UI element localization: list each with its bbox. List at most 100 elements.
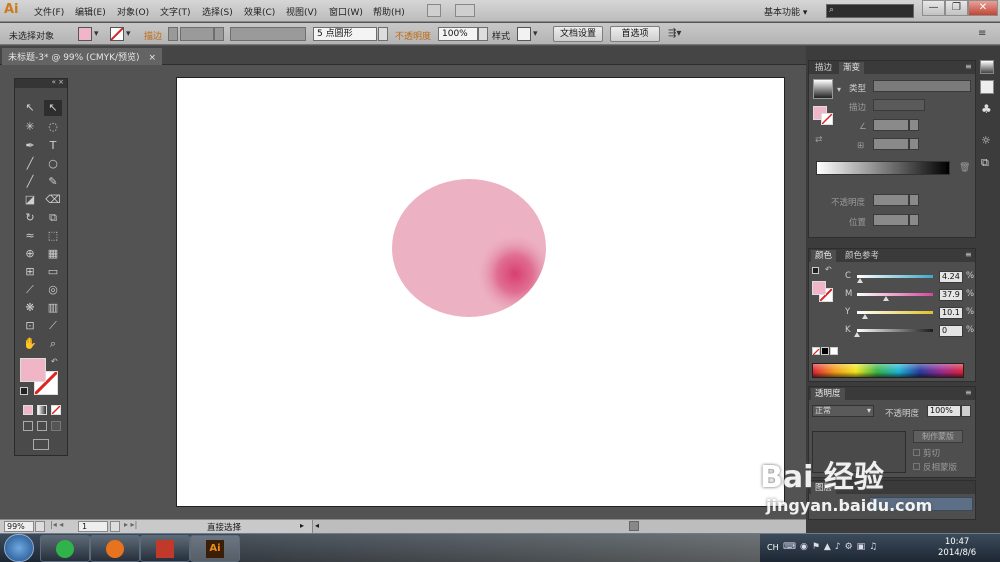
gradient-opacity-dropdown[interactable]	[909, 194, 919, 206]
default-colors-icon[interactable]	[812, 267, 819, 274]
preferences-button[interactable]: 首选项	[610, 26, 660, 42]
zoom-field[interactable]: 99%	[4, 521, 34, 532]
artboard[interactable]	[176, 77, 785, 507]
current-tool-status[interactable]: 直接选择	[207, 521, 241, 533]
channel-slider-thumb[interactable]	[882, 296, 889, 301]
menu-help[interactable]: 帮助(H)	[373, 5, 405, 18]
draw-normal-icon[interactable]	[23, 421, 33, 431]
tray-icons[interactable]: ⌨◉⚑▲♪⚙▣♫	[783, 542, 881, 552]
channel-slider-track[interactable]	[857, 293, 933, 296]
menu-type[interactable]: 文字(T)	[160, 5, 191, 18]
reverse-gradient-icon[interactable]: ⇄	[815, 135, 823, 145]
perspective-grid-icon[interactable]: ▦	[44, 246, 62, 262]
draw-inside-icon[interactable]	[51, 421, 61, 431]
taskbar-game[interactable]	[140, 535, 190, 562]
rotate-tool-icon[interactable]: ↻	[21, 210, 39, 226]
tab-color-guide[interactable]: 颜色参考	[841, 250, 883, 262]
channel-slider-thumb[interactable]	[861, 314, 868, 319]
channel-value-field[interactable]: 37.9	[939, 289, 963, 301]
arrange-documents-icon[interactable]	[455, 4, 475, 17]
gradient-type-dropdown[interactable]	[873, 80, 971, 92]
opacity-field[interactable]: 100%	[438, 27, 478, 41]
fill-color-box-front[interactable]	[20, 358, 46, 382]
brush-definition[interactable]: 5 点圆形	[313, 27, 377, 41]
gradient-slider[interactable]	[816, 161, 950, 175]
document-tab[interactable]: 未标题-3* @ 99% (CMYK/预览) ×	[2, 48, 162, 65]
pencil-icon[interactable]: ✎	[44, 174, 62, 190]
channel-slider-track[interactable]	[857, 329, 933, 332]
minimize-button[interactable]: —	[922, 0, 945, 16]
swap-colors-icon[interactable]: ↶	[51, 357, 58, 366]
menu-view[interactable]: 视图(V)	[286, 5, 317, 18]
gradient-position-dropdown[interactable]	[909, 214, 919, 226]
chevron-down-icon[interactable]: ▾	[126, 29, 131, 39]
clock[interactable]: 10:47 2014/8/6	[938, 537, 976, 559]
transparency-opacity-dropdown[interactable]	[961, 405, 971, 417]
panel-menu-icon[interactable]: ≡	[965, 62, 972, 71]
paintbrush-icon[interactable]: ╱	[21, 174, 39, 190]
eyedropper-icon[interactable]: ⟋	[21, 282, 39, 298]
delete-stop-icon[interactable]: 🗑	[959, 163, 970, 173]
menu-edit[interactable]: 编辑(E)	[75, 5, 106, 18]
tab-transparency[interactable]: 透明度	[811, 388, 845, 400]
color-mode-icon[interactable]	[23, 405, 33, 415]
blend-mode-dropdown[interactable]: 正常 ▾	[812, 405, 874, 417]
direct-selection-tool-icon[interactable]: ↖	[44, 100, 62, 116]
stroke-weight-field[interactable]	[180, 27, 214, 41]
angle-dropdown[interactable]	[909, 119, 919, 131]
aspect-ratio-field[interactable]	[873, 138, 909, 150]
chevron-down-icon[interactable]: ▾	[837, 85, 841, 94]
channel-value-field[interactable]: 4.24	[939, 271, 963, 283]
lasso-icon[interactable]: ◌	[44, 119, 62, 135]
close-button[interactable]: ✕	[968, 0, 998, 16]
taskbar-illustrator[interactable]: Ai	[190, 535, 240, 562]
brush-dropdown[interactable]	[378, 27, 388, 41]
swap-colors-icon[interactable]: ↶	[825, 265, 832, 274]
transparency-opacity-field[interactable]: 100%	[927, 405, 961, 417]
channel-slider-track[interactable]	[857, 311, 933, 314]
draw-behind-icon[interactable]	[37, 421, 47, 431]
appearance-panel-icon[interactable]: ☼	[981, 134, 991, 147]
shape-builder-icon[interactable]: ⊕	[21, 246, 39, 262]
channel-value-field[interactable]: 0	[939, 325, 963, 337]
column-graph-icon[interactable]: ▥	[44, 300, 62, 316]
selection-tool-icon[interactable]: ↖	[21, 100, 39, 116]
stroke-weight-dropdown[interactable]	[214, 27, 224, 41]
stroke-label[interactable]: 描边	[144, 29, 162, 42]
aspect-ratio-dropdown[interactable]	[909, 138, 919, 150]
panel-menu-icon[interactable]: ≡	[965, 250, 972, 259]
symbol-sprayer-icon[interactable]: ❋	[21, 300, 39, 316]
opacity-label[interactable]: 不透明度	[395, 29, 431, 42]
last-artboard-icon[interactable]: ▸ ▸|	[124, 520, 137, 529]
document-setup-button[interactable]: 文档设置	[553, 26, 603, 42]
artboard-tool-icon[interactable]: ⊡	[21, 318, 39, 334]
slice-tool-icon[interactable]: ⟋	[44, 318, 62, 334]
artboard-number-field[interactable]: 1	[78, 521, 108, 532]
line-tool-icon[interactable]: ╱	[21, 156, 39, 172]
ellipse-tool-icon[interactable]: ○	[44, 156, 62, 172]
color-spectrum[interactable]	[812, 363, 964, 378]
swatches-panel-icon[interactable]	[980, 80, 994, 94]
menu-select[interactable]: 选择(S)	[202, 5, 233, 18]
graphic-styles-panel-icon[interactable]: ⧉	[981, 156, 989, 170]
fill-swatch[interactable]	[78, 27, 92, 41]
chevron-down-icon[interactable]: ▾	[94, 29, 99, 39]
chevron-down-icon[interactable]: ▾	[533, 29, 538, 39]
type-tool-icon[interactable]: T	[44, 138, 62, 154]
search-input[interactable]: ⌕	[826, 4, 914, 18]
language-indicator[interactable]: CH	[767, 543, 779, 552]
eraser-icon[interactable]: ⌫	[44, 192, 62, 208]
magic-wand-icon[interactable]: ✳	[21, 119, 39, 135]
gradient-thumbnail[interactable]	[813, 79, 833, 99]
black-swatch[interactable]	[821, 347, 829, 355]
symbols-panel-icon[interactable]: ♣	[981, 102, 992, 116]
screen-mode-icon[interactable]	[33, 439, 49, 450]
gradient-position-field[interactable]	[873, 214, 909, 226]
panel-menu-icon[interactable]: ≡	[965, 388, 972, 397]
gradient-mode-icon[interactable]	[37, 405, 47, 415]
first-artboard-icon[interactable]: |◂ ◂	[50, 520, 63, 529]
menu-file[interactable]: 文件(F)	[34, 5, 64, 18]
pen-tool-icon[interactable]: ✒	[21, 138, 39, 154]
stroke-swatch[interactable]	[110, 27, 124, 41]
stroke-gradient-options[interactable]	[873, 99, 925, 111]
